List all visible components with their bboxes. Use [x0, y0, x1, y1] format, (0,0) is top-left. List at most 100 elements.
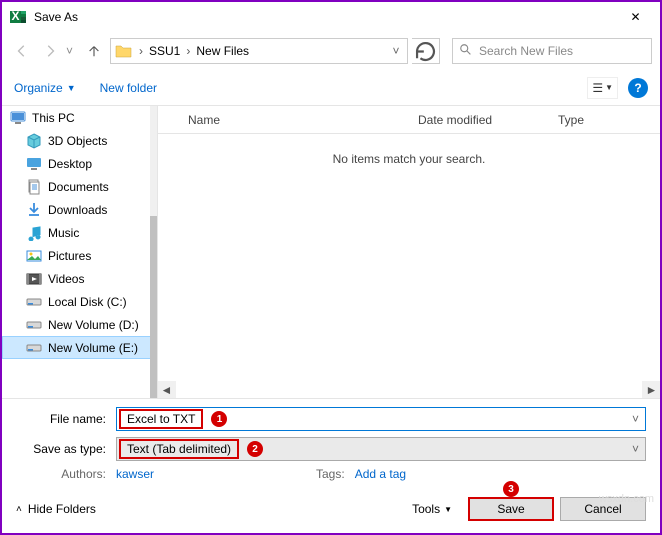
- nav-label: Music: [48, 226, 79, 240]
- organize-button[interactable]: Organize▼: [14, 81, 76, 95]
- help-button[interactable]: ?: [628, 78, 648, 98]
- nav-tree: This PC 3D Objects Desktop Documents Dow…: [2, 106, 157, 398]
- horizontal-scrollbar[interactable]: ◄ ►: [158, 381, 660, 398]
- disk-icon: [26, 294, 42, 310]
- nav-label: New Volume (E:): [48, 341, 138, 355]
- annotation-badge-2: 2: [247, 441, 263, 457]
- meta-row: Authors: kawser Tags: Add a tag: [16, 467, 646, 481]
- scroll-left-icon[interactable]: ◄: [158, 381, 175, 398]
- nav-3d-objects[interactable]: 3D Objects: [2, 129, 157, 152]
- chevron-down-icon[interactable]: ˅: [632, 442, 639, 456]
- nav-label: Pictures: [48, 249, 91, 263]
- nav-pictures[interactable]: Pictures: [2, 244, 157, 267]
- desktop-icon: [26, 156, 42, 172]
- filename-label: File name:: [16, 412, 116, 426]
- toolbar: Organize▼ New folder ☰ ▼ ?: [2, 70, 660, 106]
- authors-value[interactable]: kawser: [116, 467, 316, 481]
- back-button[interactable]: [10, 39, 34, 63]
- address-bar[interactable]: › SSU1 › New Files ˅: [110, 38, 408, 64]
- address-dropdown[interactable]: ˅: [387, 44, 405, 58]
- pictures-icon: [26, 248, 42, 264]
- chevron-up-icon: ˄: [16, 504, 22, 515]
- nav-label: Local Disk (C:): [48, 295, 127, 309]
- scrollbar-thumb[interactable]: [150, 216, 157, 398]
- nav-label: This PC: [32, 111, 75, 125]
- refresh-button[interactable]: [412, 38, 440, 64]
- search-placeholder: Search New Files: [479, 44, 573, 58]
- up-button[interactable]: [82, 39, 106, 63]
- filename-row: File name: Excel to TXT 1 ˅: [16, 407, 646, 431]
- disk-icon: [26, 340, 42, 356]
- svg-text:X: X: [11, 9, 19, 23]
- chevron-right-icon: ›: [137, 44, 145, 58]
- save-button[interactable]: 3 Save: [468, 497, 554, 521]
- disk-icon: [26, 317, 42, 333]
- nav-label: Downloads: [48, 203, 107, 217]
- chevron-down-icon[interactable]: ˅: [632, 412, 639, 426]
- nav-this-pc[interactable]: This PC: [2, 106, 157, 129]
- videos-icon: [26, 271, 42, 287]
- save-as-dialog: X Save As ˅ › SSU1 › New Files ˅ Search …: [0, 0, 662, 535]
- cancel-button[interactable]: Cancel: [560, 497, 646, 521]
- window-title: Save As: [34, 10, 613, 24]
- nav-videos[interactable]: Videos: [2, 267, 157, 290]
- nav-downloads[interactable]: Downloads: [2, 198, 157, 221]
- savetype-row: Save as type: Text (Tab delimited) 2 ˅: [16, 437, 646, 461]
- nav-label: Desktop: [48, 157, 92, 171]
- new-folder-button[interactable]: New folder: [100, 81, 157, 95]
- annotation-badge-3: 3: [503, 481, 519, 497]
- tools-button[interactable]: Tools ▼: [412, 502, 452, 516]
- nav-new-volume-e[interactable]: New Volume (E:): [2, 336, 157, 359]
- nav-label: 3D Objects: [48, 134, 107, 148]
- download-icon: [26, 202, 42, 218]
- close-button[interactable]: [613, 3, 658, 31]
- tags-label: Tags:: [316, 467, 355, 481]
- hide-folders-button[interactable]: ˄ Hide Folders: [16, 502, 96, 516]
- column-name[interactable]: Name: [158, 113, 418, 127]
- authors-label: Authors:: [16, 467, 116, 481]
- nav-label: New Volume (D:): [48, 318, 139, 332]
- folder-icon: [115, 42, 133, 60]
- nav-row: ˅ › SSU1 › New Files ˅ Search New Files: [2, 32, 660, 70]
- forward-button[interactable]: [38, 39, 62, 63]
- filename-input[interactable]: Excel to TXT 1 ˅: [116, 407, 646, 431]
- savetype-label: Save as type:: [16, 442, 116, 456]
- list-icon: ☰: [592, 81, 603, 95]
- bottom-panel: File name: Excel to TXT 1 ˅ Save as type…: [2, 398, 660, 533]
- savetype-select[interactable]: Text (Tab delimited) 2 ˅: [116, 437, 646, 461]
- nav-scrollbar[interactable]: [150, 106, 157, 398]
- chevron-down-icon: ▼: [444, 505, 452, 514]
- nav-documents[interactable]: Documents: [2, 175, 157, 198]
- scroll-right-icon[interactable]: ►: [643, 381, 660, 398]
- nav-music[interactable]: Music: [2, 221, 157, 244]
- pc-icon: [10, 110, 26, 126]
- breadcrumb-item[interactable]: SSU1: [145, 44, 184, 58]
- documents-icon: [26, 179, 42, 195]
- column-headers: Name Date modified Type: [158, 106, 660, 134]
- breadcrumb-item[interactable]: New Files: [192, 44, 253, 58]
- empty-message: No items match your search.: [158, 152, 660, 166]
- cube-icon: [26, 133, 42, 149]
- tags-value[interactable]: Add a tag: [355, 467, 406, 481]
- annotation-badge-1: 1: [211, 411, 227, 427]
- scrollbar-thumb[interactable]: [176, 381, 642, 398]
- chevron-down-icon: ▼: [67, 83, 76, 93]
- savetype-value: Text (Tab delimited): [119, 439, 239, 459]
- title-bar: X Save As: [2, 2, 660, 32]
- view-button[interactable]: ☰ ▼: [587, 77, 618, 99]
- recent-dropdown[interactable]: ˅: [66, 44, 78, 58]
- column-date[interactable]: Date modified: [418, 113, 558, 127]
- column-type[interactable]: Type: [558, 113, 660, 127]
- excel-icon: X: [10, 9, 26, 25]
- footer: ˄ Hide Folders Tools ▼ 3 Save Cancel: [16, 491, 646, 527]
- search-input[interactable]: Search New Files: [452, 38, 652, 64]
- nav-label: Documents: [48, 180, 109, 194]
- body: This PC 3D Objects Desktop Documents Dow…: [2, 106, 660, 398]
- search-icon: [459, 43, 479, 60]
- nav-new-volume-d[interactable]: New Volume (D:): [2, 313, 157, 336]
- nav-local-disk-c[interactable]: Local Disk (C:): [2, 290, 157, 313]
- music-icon: [26, 225, 42, 241]
- nav-desktop[interactable]: Desktop: [2, 152, 157, 175]
- chevron-right-icon: ›: [184, 44, 192, 58]
- nav-label: Videos: [48, 272, 84, 286]
